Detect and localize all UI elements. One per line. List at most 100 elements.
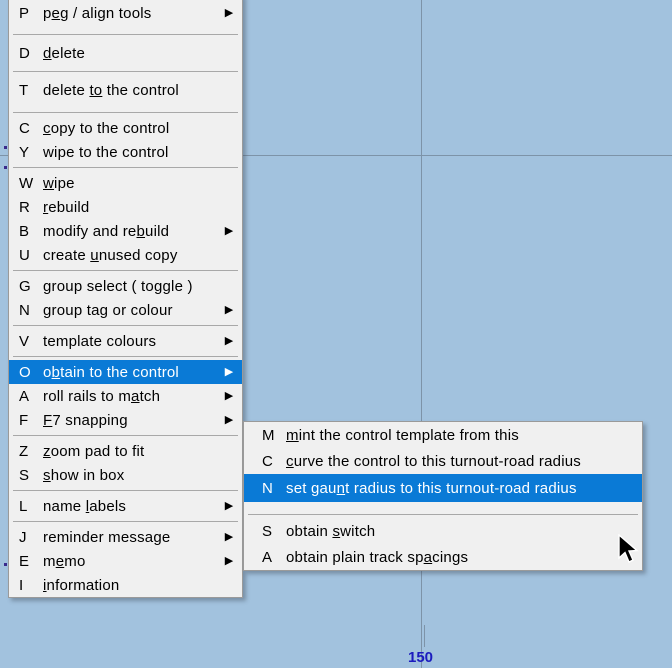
menu-item-shortcut-key: N <box>19 301 30 319</box>
menu-item-shortcut-key: F <box>19 411 29 429</box>
menu-item-label: wipe to the control <box>43 143 169 161</box>
menu-item-j[interactable]: Jreminder message ▶ <box>9 525 242 549</box>
submenu-arrow-icon: ▶ <box>224 554 234 567</box>
menu-item-shortcut-key: I <box>19 576 24 594</box>
menu-separator <box>13 112 238 113</box>
menu-item-o[interactable]: Oobtain to the control ▶ <box>9 360 242 384</box>
menu-item-d[interactable]: Ddelete▶ <box>9 38 242 68</box>
menu-item-label: mint the control template from this <box>286 426 519 444</box>
peg-marker-dot <box>4 563 7 566</box>
menu-item-p[interactable]: Ppeg / align tools ▶ <box>9 0 242 31</box>
menu-item-shortcut-key: L <box>19 497 28 515</box>
menu-item-label: delete <box>43 44 86 62</box>
menu-item-w[interactable]: Wwipe▶ <box>9 171 242 195</box>
menu-item-label: group select ( toggle ) <box>43 277 193 295</box>
peg-marker-dot <box>4 146 7 149</box>
menu-item-c[interactable]: Ccopy to the control▶ <box>9 116 242 140</box>
menu-item-label: obtain plain track spacings <box>286 548 469 566</box>
menu-item-shortcut-key: T <box>19 81 29 99</box>
menu-item-b[interactable]: Bmodify and rebuild ▶ <box>9 219 242 243</box>
menu-item-z[interactable]: Zzoom pad to fit▶ <box>9 439 242 463</box>
menu-item-shortcut-key: A <box>262 548 273 566</box>
menu-item-shortcut-key: C <box>262 452 273 470</box>
submenu-item-s[interactable]: Sobtain switch▶ <box>244 518 642 544</box>
menu-separator <box>13 490 238 491</box>
submenu-arrow-icon: ▶ <box>224 499 234 512</box>
menu-separator <box>248 514 638 515</box>
submenu-arrow-icon: ▶ <box>224 6 234 19</box>
peg-marker-dot <box>4 166 7 169</box>
menu-separator <box>13 435 238 436</box>
menu-item-label: obtain switch <box>286 522 376 540</box>
menu-item-shortcut-key: B <box>19 222 30 240</box>
submenu-arrow-icon: ▶ <box>224 224 234 237</box>
menu-item-a[interactable]: Aroll rails to match ▶ <box>9 384 242 408</box>
submenu-item-a[interactable]: Aobtain plain track spacings▶ <box>244 544 642 570</box>
obtain-to-the-control-submenu[interactable]: Mmint the control template from this▶Ccu… <box>243 421 643 571</box>
menu-item-f[interactable]: F F7 snapping ▶ <box>9 408 242 432</box>
menu-item-label: name labels <box>43 497 127 515</box>
menu-item-shortcut-key: N <box>262 479 273 497</box>
menu-item-label: modify and rebuild <box>43 222 170 240</box>
menu-separator <box>13 521 238 522</box>
menu-item-label: template colours <box>43 332 157 350</box>
menu-item-v[interactable]: Vtemplate colours ▶ <box>9 329 242 353</box>
menu-item-shortcut-key: W <box>19 174 34 192</box>
submenu-arrow-icon: ▶ <box>224 365 234 378</box>
menu-separator <box>13 270 238 271</box>
context-menu[interactable]: Ppeg / align tools▶Ddelete▶Tdelete to th… <box>8 0 243 598</box>
menu-separator <box>13 356 238 357</box>
menu-item-label: zoom pad to fit <box>43 442 145 460</box>
menu-item-label: set gaunt radius to this turnout-road ra… <box>286 479 577 497</box>
menu-item-n[interactable]: Ngroup tag or colour ▶ <box>9 298 242 322</box>
menu-item-shortcut-key: J <box>19 528 27 546</box>
menu-separator <box>13 325 238 326</box>
menu-item-label: curve the control to this turnout-road r… <box>286 452 581 470</box>
menu-separator <box>13 34 238 35</box>
menu-separator <box>13 167 238 168</box>
menu-item-g[interactable]: Ggroup select ( toggle )▶ <box>9 274 242 298</box>
menu-item-u[interactable]: Ucreate unused copy▶ <box>9 243 242 267</box>
submenu-item-c[interactable]: Ccurve the control to this turnout-road … <box>244 448 642 474</box>
menu-item-shortcut-key: Y <box>19 143 30 161</box>
menu-item-label: F7 snapping <box>43 411 128 429</box>
menu-item-label: memo <box>43 552 86 570</box>
menu-item-shortcut-key: V <box>19 332 30 350</box>
menu-item-shortcut-key: M <box>262 426 275 444</box>
submenu-arrow-icon: ▶ <box>224 413 234 426</box>
menu-item-label: reminder message <box>43 528 171 546</box>
menu-item-label: rebuild <box>43 198 90 216</box>
menu-item-label: create unused copy <box>43 246 178 264</box>
menu-item-y[interactable]: Ywipe to the control▶ <box>9 140 242 164</box>
menu-item-label: copy to the control <box>43 119 170 137</box>
menu-separator <box>13 71 238 72</box>
menu-item-s[interactable]: Sshow in box▶ <box>9 463 242 487</box>
submenu-arrow-icon: ▶ <box>224 530 234 543</box>
application-window: 150 Ppeg / align tools▶Ddelete▶Tdelete t… <box>0 0 672 668</box>
menu-item-t[interactable]: Tdelete to the control▶ <box>9 75 242 105</box>
menu-item-shortcut-key: U <box>19 246 30 264</box>
menu-item-label: wipe <box>43 174 75 192</box>
menu-item-r[interactable]: Rrebuild▶ <box>9 195 242 219</box>
menu-item-label: delete to the control <box>43 81 179 99</box>
menu-item-shortcut-key: G <box>19 277 31 295</box>
menu-item-shortcut-key: E <box>19 552 30 570</box>
menu-item-l[interactable]: Lname labels ▶ <box>9 494 242 518</box>
menu-item-shortcut-key: S <box>19 466 30 484</box>
menu-item-shortcut-key: S <box>262 522 273 540</box>
submenu-arrow-icon: ▶ <box>224 389 234 402</box>
submenu-arrow-icon: ▶ <box>224 303 234 316</box>
menu-item-label: show in box <box>43 466 125 484</box>
menu-item-shortcut-key: P <box>19 4 30 22</box>
menu-item-shortcut-key: D <box>19 44 30 62</box>
submenu-item-m[interactable]: Mmint the control template from this▶ <box>244 422 642 448</box>
menu-item-shortcut-key: Z <box>19 442 29 460</box>
submenu-arrow-icon: ▶ <box>224 334 234 347</box>
menu-item-e[interactable]: Ememo ▶ <box>9 549 242 573</box>
menu-item-i[interactable]: Iinformation▶ <box>9 573 242 597</box>
menu-item-shortcut-key: O <box>19 363 31 381</box>
menu-item-label: information <box>43 576 120 594</box>
menu-item-shortcut-key: A <box>19 387 30 405</box>
menu-item-shortcut-key: C <box>19 119 30 137</box>
submenu-item-n[interactable]: Nset gaunt radius to this turnout-road r… <box>244 474 642 502</box>
